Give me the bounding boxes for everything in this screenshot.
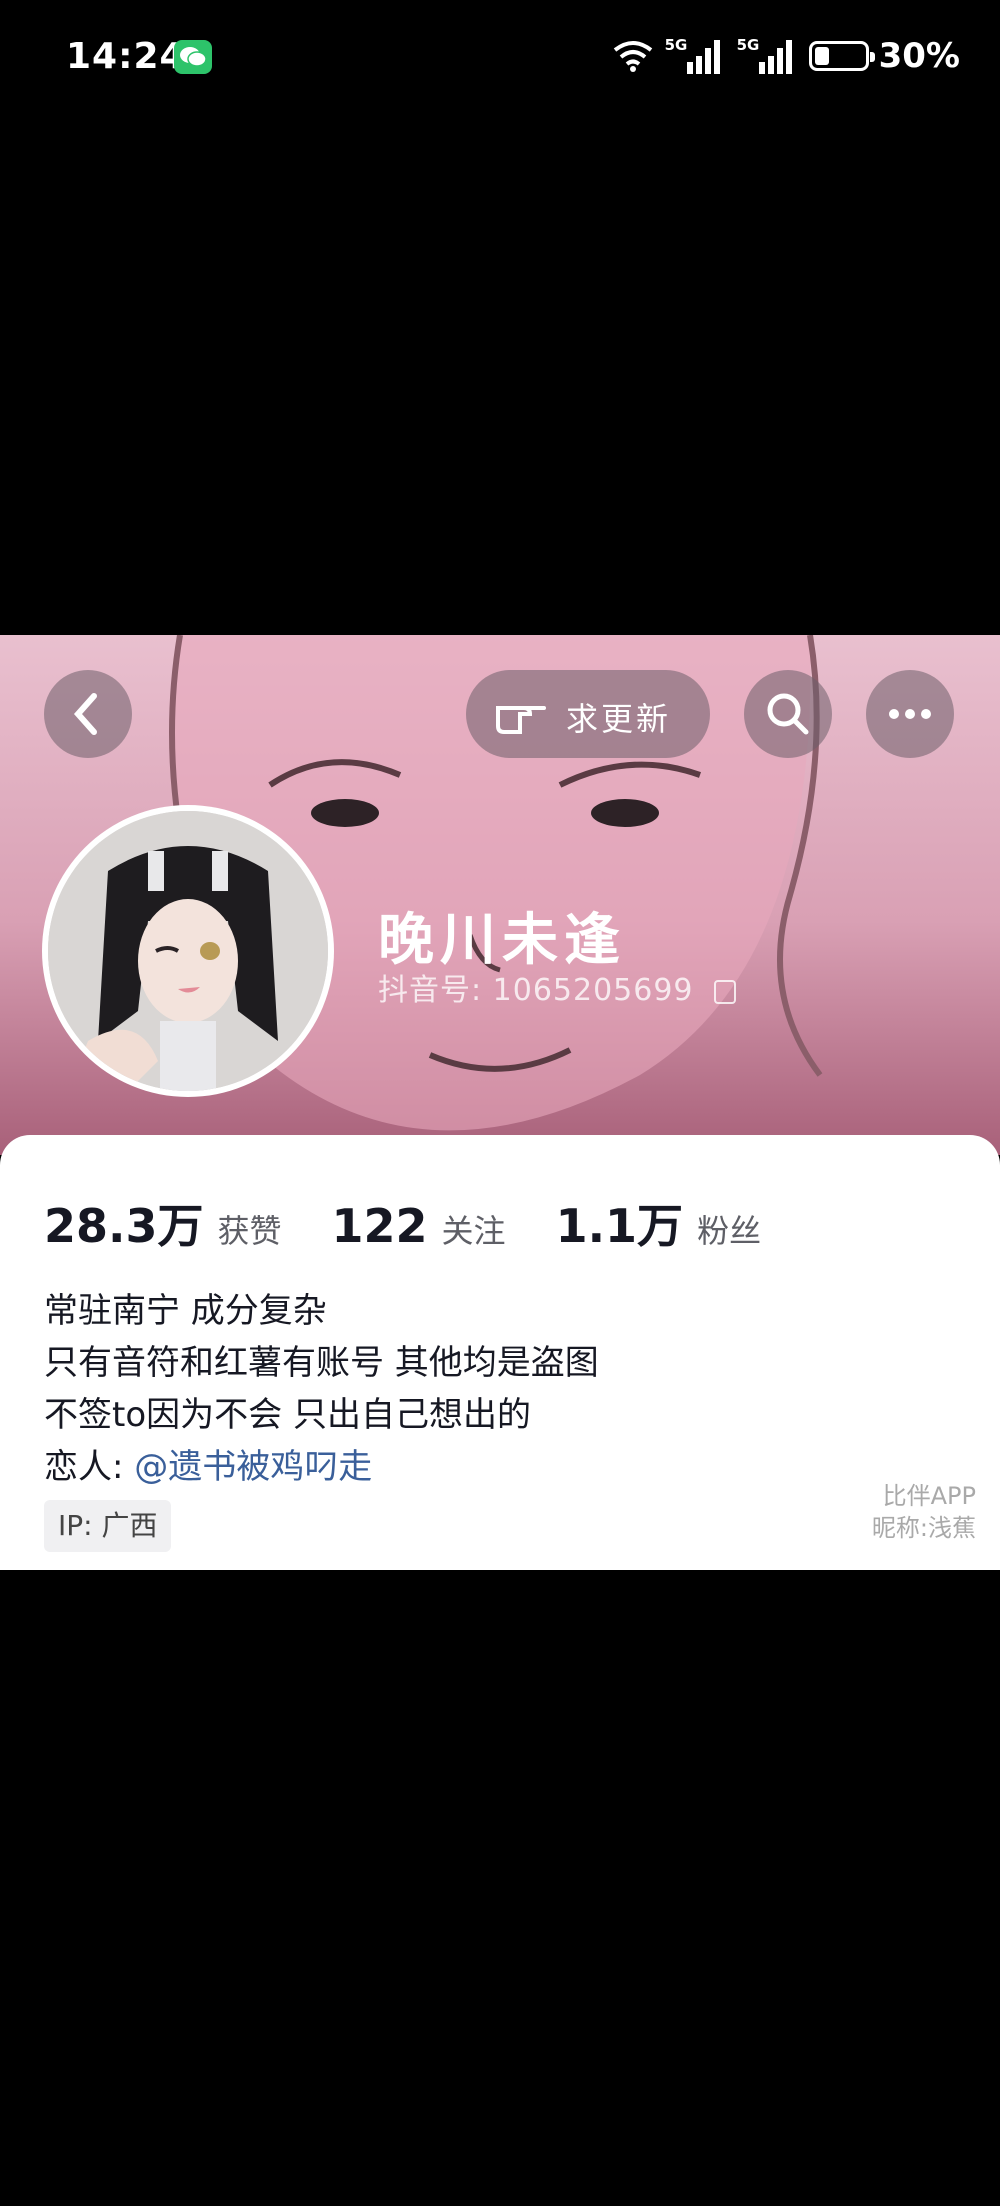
status-bar: 14:24 5G 5G 30% [0,0,1000,110]
following-label: 关注 [441,1212,506,1250]
battery-percent: 30% [878,36,960,76]
following-count[interactable]: 122 [332,1199,428,1253]
likes-count[interactable]: 28.3万 [44,1190,204,1256]
battery-icon [808,41,875,71]
copy-icon[interactable] [714,979,737,1004]
watermark: 比伴APP 昵称:浅蕉 [872,1480,976,1544]
lover-mention-link[interactable]: @遗书被鸡叼走 [134,1447,372,1487]
wechat-notification-icon [174,40,212,74]
pointing-hand-icon [496,706,546,734]
bio-line: 只有音符和红薯有账号 其他均是盗图 [44,1343,599,1383]
douyin-id[interactable]: 抖音号: 1065205699 [378,965,737,1009]
username: 晚川未逢 [378,908,626,973]
lover-prefix: 恋人: [44,1447,135,1487]
more-dots-icon [889,709,931,719]
profile-card: 求更新 晚川未逢 抖音号: 1065205699 28.3万 获赞 122 关注… [0,635,1000,1570]
request-update-button[interactable]: 求更新 [466,670,710,758]
bio-line: 常驻南宁 成分复杂 [44,1291,327,1331]
back-arrow-icon [73,693,97,735]
signal-sim1-icon: 5G [665,36,727,76]
signal-sim2-icon: 5G [737,36,799,76]
profile-info-panel: 28.3万 获赞 122 关注 1.1万 粉丝 常驻南宁 成分复杂 只有音符和红… [0,1135,1000,1570]
status-icons: 5G 5G 30% [611,36,960,76]
back-button[interactable] [44,670,132,758]
profile-bio: 常驻南宁 成分复杂 只有音符和红薯有账号 其他均是盗图 不签to因为不会 只出自… [44,1285,599,1493]
ip-location-badge: IP: 广西 [44,1500,172,1552]
search-button[interactable] [744,670,832,758]
followers-count[interactable]: 1.1万 [556,1190,684,1256]
douyin-id-text: 抖音号: 1065205699 [378,973,694,1008]
bio-line: 不签to因为不会 只出自己想出的 [44,1395,531,1435]
more-button[interactable] [866,670,954,758]
avatar-image [48,811,328,1091]
bio-line: 恋人: @遗书被鸡叼走 [44,1441,599,1493]
watermark-line: 比伴APP [882,1482,976,1510]
avatar[interactable] [42,805,334,1097]
profile-banner: 求更新 晚川未逢 抖音号: 1065205699 [0,635,1000,1155]
watermark-line: 昵称:浅蕉 [871,1514,976,1542]
profile-stats: 28.3万 获赞 122 关注 1.1万 粉丝 [44,1190,811,1256]
likes-label: 获赞 [217,1212,282,1250]
request-update-label: 求更新 [566,700,672,738]
search-icon [767,693,809,735]
clock: 14:24 [66,36,186,77]
wifi-icon [613,41,652,72]
followers-label: 粉丝 [697,1212,762,1250]
